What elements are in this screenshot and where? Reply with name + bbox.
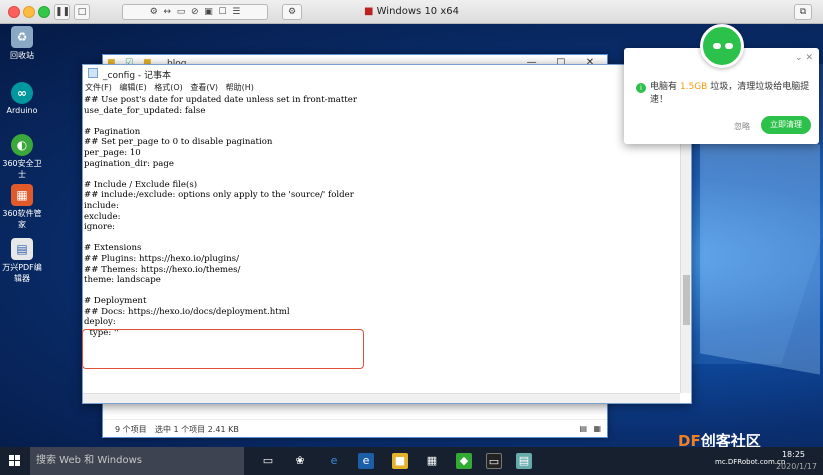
menu-view[interactable]: 查看(V) (190, 83, 218, 92)
notepad-title: _config - 记事本 (103, 71, 172, 81)
edge-browser-icon[interactable]: e (358, 453, 374, 469)
close-icon[interactable]: ⌄ ✕ (795, 53, 813, 63)
zoom-window-button[interactable] (38, 6, 50, 18)
info-icon: i (636, 83, 646, 93)
desktop-icon-pdf-editor[interactable]: ▤ 万兴PDF编辑器 (2, 238, 42, 284)
terminal-icon[interactable]: ▭ (486, 453, 502, 469)
scroll-thumb[interactable] (683, 275, 690, 325)
menu-file[interactable]: 文件(F) (85, 83, 112, 92)
ignore-button[interactable]: 忽略 (734, 121, 750, 132)
app-diamond-icon[interactable]: ◆ (456, 453, 472, 469)
pdf-editor-icon: ▤ (11, 238, 33, 260)
deployment-highlight-box (82, 329, 364, 369)
explorer-status-bar: 9 个项目 选中 1 个项目 2.41 KB ▤ ▦ (103, 419, 607, 437)
360-safe-icon: ◐ (11, 134, 33, 156)
notepad-menu: 文件(F) 编辑(E) 格式(O) 查看(V) 帮助(H) (83, 81, 691, 95)
recycle-bin-icon: ♻ (11, 26, 33, 48)
close-window-button[interactable] (8, 6, 20, 18)
minimize-window-button[interactable] (23, 6, 35, 18)
ie-browser-icon[interactable]: e (326, 453, 342, 469)
desktop-icon-arduino[interactable]: ∞ Arduino (2, 82, 42, 115)
details-view-icon[interactable]: ▤ (579, 424, 587, 433)
store-icon[interactable]: ▦ (424, 453, 440, 469)
fullscreen-icon[interactable]: ⧉ (794, 4, 812, 20)
notepad-titlebar: _config - 记事本 — (83, 65, 691, 81)
tiles-view-icon[interactable]: ▦ (593, 424, 601, 433)
notepad-taskbar-icon[interactable]: ▤ (516, 453, 532, 469)
menu-format[interactable]: 格式(O) (154, 83, 183, 92)
taskbar: 搜索 Web 和 Windows ▭ ❀ e e ■ ▦ ◆ ▭ ▤ 18:25… (0, 447, 823, 475)
notepad-icon (88, 68, 98, 78)
menu-help[interactable]: 帮助(H) (226, 83, 254, 92)
windows-logo-icon (9, 455, 20, 466)
clean-now-button[interactable]: 立即清理 (761, 116, 811, 134)
notification-message: 电脑有 1.5GB 垃圾，清理垃圾给电脑提速！ (650, 82, 810, 105)
start-button[interactable] (0, 447, 30, 475)
desktop-icon-360-safe[interactable]: ◐ 360安全卫士 (2, 134, 42, 180)
snapshot-icon[interactable]: □ (74, 4, 90, 20)
vm-device-toolbar[interactable]: ⚙ ↔ ▭ ⊘ ▣ ☐ ☰ (122, 4, 268, 20)
file-explorer-icon[interactable]: ■ (392, 453, 408, 469)
clock-time[interactable]: 18:25 (782, 450, 805, 459)
horizontal-scrollbar[interactable] (83, 393, 680, 403)
vm-toolbar: ❚❚ □ ⚙ ↔ ▭ ⊘ ▣ ☐ ☰ ⚙ ■ Windows 10 x64 ⧉ (0, 0, 823, 24)
360-software-icon: ▦ (11, 184, 33, 206)
desktop-icon-recycle-bin[interactable]: ♻ 回收站 (2, 26, 42, 61)
task-view-icon[interactable]: ▭ (260, 453, 276, 469)
menu-edit[interactable]: 编辑(E) (119, 83, 146, 92)
selection-info: 选中 1 个项目 2.41 KB (155, 425, 239, 434)
desktop-icon-360-software[interactable]: ▦ 360软件管家 (2, 184, 42, 230)
item-count: 9 个项目 (115, 425, 147, 434)
pause-icon[interactable]: ❚❚ (54, 4, 70, 20)
pinwheel-app-icon[interactable]: ❀ (292, 453, 308, 469)
settings-icon[interactable]: ⚙ (282, 4, 302, 20)
arduino-icon: ∞ (11, 82, 33, 104)
search-box[interactable]: 搜索 Web 和 Windows (30, 447, 244, 475)
vm-logo-icon: ■ (363, 6, 374, 17)
watermark-url: mc.DFRobot.com.cn (715, 458, 786, 466)
360-mascot-icon (700, 24, 744, 68)
